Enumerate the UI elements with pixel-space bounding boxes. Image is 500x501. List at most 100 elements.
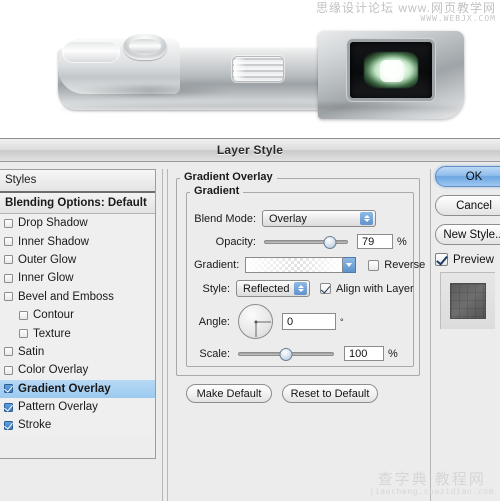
align-with-layer-checkbox[interactable]: Align with Layer: [320, 283, 414, 295]
effect-checkbox[interactable]: [4, 255, 13, 265]
opacity-unit: %: [397, 235, 407, 248]
effect-item-contour[interactable]: Contour: [0, 306, 155, 324]
effect-label: Satin: [18, 345, 45, 358]
gradient-label: Gradient:: [194, 259, 240, 271]
blending-options-row[interactable]: Blending Options: Default: [0, 193, 155, 214]
blend-mode-value: Overlay: [269, 212, 307, 225]
effect-label: Texture: [33, 327, 71, 340]
effect-item-bevel-and-emboss[interactable]: Bevel and Emboss: [0, 288, 155, 306]
effect-checkbox[interactable]: [4, 402, 13, 412]
effect-label: Pattern Overlay: [18, 401, 98, 414]
preview-thumbnail-well: [440, 272, 495, 329]
gradient-picker[interactable]: [245, 257, 357, 273]
effects-list: Drop Shadow Inner Shadow Outer Glow Inner G…: [0, 214, 155, 435]
effect-label: Inner Shadow: [18, 235, 89, 248]
effect-checkbox[interactable]: [4, 365, 13, 375]
watermark-top-line2: WWW.WEBJX.COM: [420, 13, 496, 23]
opacity-label: Opacity:: [215, 235, 256, 248]
effect-item-satin[interactable]: Satin: [0, 343, 155, 361]
scale-label: Scale:: [199, 347, 230, 360]
camera-grille-highlight: [234, 58, 246, 80]
reverse-checkbox-box[interactable]: [368, 259, 380, 271]
effect-checkbox[interactable]: [4, 420, 13, 430]
camera-shutter-button: [129, 39, 161, 53]
effect-checkbox[interactable]: [4, 237, 13, 247]
angle-input[interactable]: 0: [282, 313, 336, 330]
effect-checkbox[interactable]: [19, 329, 28, 339]
scale-input[interactable]: 100: [344, 346, 384, 361]
panel-divider-1: [162, 169, 163, 501]
preview-thumbnail: [450, 283, 486, 319]
opacity-slider-knob[interactable]: [323, 235, 337, 249]
panel-divider-3: [430, 169, 431, 501]
style-value: Reflected: [243, 282, 290, 295]
angle-label: Angle:: [198, 315, 230, 328]
chevron-down-icon[interactable]: [343, 257, 357, 273]
scale-value: 100: [349, 347, 368, 360]
styles-panel: Styles Blending Options: Default Drop Sh…: [0, 169, 156, 459]
angle-value: 0: [287, 315, 294, 328]
align-with-layer-label: Align with Layer: [336, 282, 414, 295]
dialog-title: Layer Style: [216, 143, 284, 157]
effect-item-pattern-overlay[interactable]: Pattern Overlay: [0, 398, 155, 416]
angle-unit: °: [340, 316, 344, 327]
effect-item-inner-glow[interactable]: Inner Glow: [0, 269, 155, 287]
effect-label: Gradient Overlay: [18, 382, 111, 395]
opacity-slider[interactable]: [264, 235, 348, 249]
effect-item-drop-shadow[interactable]: Drop Shadow: [0, 214, 155, 232]
screenshot-root: 思缘设计论坛 www.网页教学网 WWW.WEBJX.COM Layer Sty…: [0, 0, 500, 501]
angle-dial[interactable]: [238, 304, 273, 339]
camera-left-inner-panel: [62, 41, 120, 63]
gradient-overlay-group-title: Gradient Overlay: [180, 171, 277, 183]
watermark-top-line1: 思缘设计论坛 www.网页教学网: [315, 1, 496, 15]
style-select[interactable]: Reflected: [236, 280, 310, 297]
ok-button[interactable]: OK: [435, 166, 500, 187]
effect-item-outer-glow[interactable]: Outer Glow: [0, 251, 155, 269]
effect-label: Bevel and Emboss: [18, 290, 114, 303]
scale-slider-knob[interactable]: [279, 347, 293, 361]
effect-item-inner-shadow[interactable]: Inner Shadow: [0, 232, 155, 250]
new-style-button[interactable]: New Style...: [435, 224, 500, 245]
gradient-row: Gradient: Reverse: [194, 257, 425, 273]
opacity-input[interactable]: 79: [357, 234, 393, 249]
effect-checkbox[interactable]: [4, 292, 13, 302]
effect-label: Drop Shadow: [18, 217, 88, 230]
angle-dial-needle-2: [255, 321, 256, 337]
effect-label: Stroke: [18, 419, 52, 432]
preview-checkbox[interactable]: Preview: [435, 253, 500, 266]
angle-dial-needle: [255, 321, 271, 322]
reset-to-default-button[interactable]: Reset to Default: [282, 384, 378, 403]
camera-photo: 思缘设计论坛 www.网页教学网 WWW.WEBJX.COM: [0, 0, 500, 138]
dialog-buttons-panel: OK Cancel New Style... Preview: [435, 166, 500, 501]
gradient-swatch[interactable]: [245, 257, 344, 273]
effect-checkbox[interactable]: [4, 347, 13, 357]
effect-item-stroke[interactable]: Stroke: [0, 416, 155, 434]
effect-item-color-overlay[interactable]: Color Overlay: [0, 361, 155, 379]
effect-label: Color Overlay: [18, 364, 89, 377]
styles-header[interactable]: Styles: [0, 170, 155, 193]
cancel-button[interactable]: Cancel: [435, 195, 500, 216]
effect-checkbox[interactable]: [4, 218, 13, 228]
blend-mode-label: Blend Mode:: [194, 212, 256, 225]
dialog-titlebar[interactable]: Layer Style: [0, 139, 500, 162]
opacity-row: Opacity: 79 %: [194, 234, 414, 249]
style-row: Style: Reflected Align with Layer: [194, 280, 422, 297]
effect-checkbox[interactable]: [4, 384, 13, 394]
scale-slider[interactable]: [238, 347, 334, 361]
effect-checkbox[interactable]: [4, 273, 13, 283]
make-default-button[interactable]: Make Default: [186, 384, 272, 403]
opacity-value: 79: [362, 235, 375, 248]
effect-label: Contour: [33, 309, 74, 322]
align-with-layer-checkbox-box[interactable]: [320, 283, 331, 294]
effect-item-gradient-overlay[interactable]: Gradient Overlay: [0, 379, 155, 398]
effect-checkbox[interactable]: [19, 310, 28, 320]
reverse-checkbox[interactable]: Reverse: [368, 259, 425, 271]
reverse-label: Reverse: [384, 259, 426, 271]
preview-checkbox-box[interactable]: [435, 253, 448, 266]
layer-style-dialog: Layer Style Styles Blending Options: Def…: [0, 138, 500, 501]
effect-label: Outer Glow: [18, 253, 77, 266]
scale-unit: %: [388, 347, 398, 360]
effect-item-texture[interactable]: Texture: [0, 324, 155, 342]
dialog-body: Styles Blending Options: Default Drop Sh…: [0, 162, 500, 501]
blend-mode-select[interactable]: Overlay: [262, 210, 376, 227]
